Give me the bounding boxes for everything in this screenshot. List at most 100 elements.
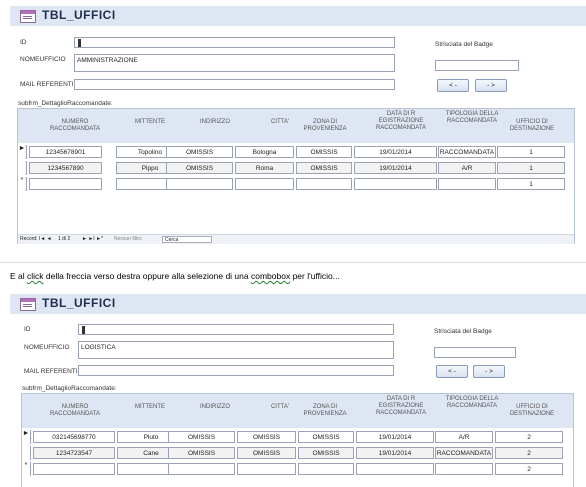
cell-numero[interactable]: 12345678901	[29, 146, 102, 158]
row-selector-current[interactable]: ►	[18, 145, 27, 159]
cell-numero[interactable]: 1234723547	[33, 447, 115, 459]
id-field[interactable]	[78, 324, 394, 335]
subform-datasheet: NUMERO RACCOMANDATA MITTENTE INDIRIZZO C…	[17, 108, 575, 244]
col-header: MITTENTE	[135, 404, 165, 410]
filter-indicator[interactable]: Nessun filtro	[114, 235, 142, 244]
cell-numero[interactable]: 1234567890	[29, 162, 102, 174]
nomeufficio-field[interactable]: LOGISTICA	[78, 341, 394, 359]
cell-data[interactable]: 19/01/2014	[356, 431, 434, 443]
search-box[interactable]: Cerca	[162, 236, 212, 243]
cell-data[interactable]	[354, 178, 437, 190]
next-record-button[interactable]: - >	[475, 79, 507, 92]
col-header: DATA DI R EGISTRAZIONE RACCOMANDATA	[375, 111, 427, 131]
badge-label: Strisciata del Badge	[435, 41, 493, 48]
cell-zona[interactable]: OMISSIS	[296, 146, 352, 158]
cell-zona[interactable]: OMISSIS	[298, 431, 354, 443]
form-title-bar: TBL_UFFICI	[10, 294, 586, 314]
cell-tipologia[interactable]: RACCOMANDATA	[438, 146, 496, 158]
nomeufficio-label: NOMEUFFICIO	[20, 56, 66, 63]
record-navigation-bar: Record: I◄ ◄ 1 di 2 ► ►I ►* Nessun filtr…	[18, 234, 574, 244]
row-selector-current[interactable]: ►	[22, 430, 31, 444]
cell-ufficio[interactable]: 2	[495, 463, 563, 475]
badge-label: Strisciata del Badge	[434, 328, 492, 335]
cell-citta[interactable]	[235, 178, 294, 190]
access-form-before: TBL_UFFICI ID NOMEUFFICIO AMMINISTRAZION…	[0, 0, 586, 263]
col-header: UFFICIO DI DESTINAZIONE	[509, 119, 555, 132]
text-cursor	[78, 39, 81, 48]
cell-indirizzo[interactable]: OMISSIS	[168, 447, 235, 459]
cell-tipologia[interactable]: A/R	[435, 431, 493, 443]
cell-data[interactable]: 19/01/2014	[354, 146, 437, 158]
col-header: INDIRIZZO	[200, 119, 230, 125]
mail-field[interactable]	[78, 365, 394, 376]
cell-citta[interactable]: OMISSIS	[237, 431, 296, 443]
col-header: NUMERO RACCOMANDATA	[49, 119, 101, 132]
cell-tipologia[interactable]	[435, 463, 493, 475]
col-header: DATA DI R EGISTRAZIONE RACCOMANDATA	[375, 396, 427, 416]
cell-indirizzo[interactable]: OMISSIS	[166, 146, 233, 158]
header-row: NUMERO RACCOMANDATA MITTENTE INDIRIZZO C…	[22, 394, 573, 428]
nomeufficio-label: NOMEUFFICIO	[24, 344, 70, 351]
cell-citta[interactable]: Bologna	[235, 146, 294, 158]
cell-zona[interactable]: OMISSIS	[296, 162, 352, 174]
col-header: ZONA DI PROVENIENZA	[303, 404, 347, 417]
cell-zona[interactable]	[298, 463, 354, 475]
cell-citta[interactable]: Roma	[235, 162, 294, 174]
cell-numero[interactable]: 032145698770	[33, 431, 115, 443]
row-selector-new[interactable]: *	[22, 462, 31, 476]
cell-indirizzo[interactable]: OMISSIS	[166, 162, 233, 174]
cell-ufficio[interactable]: 2	[495, 447, 563, 459]
prev-record-button[interactable]: < -	[436, 365, 468, 378]
cell-ufficio[interactable]: 1	[497, 162, 565, 174]
cell-numero[interactable]	[33, 463, 115, 475]
row-selector[interactable]	[18, 161, 27, 175]
mail-field[interactable]	[74, 79, 395, 90]
caption-text: E al click della freccia verso destra op…	[10, 271, 340, 281]
cell-ufficio[interactable]: 1	[497, 178, 565, 190]
subform-datasheet: NUMERO RACCOMANDATA MITTENTE INDIRIZZO C…	[21, 393, 574, 487]
cell-tipologia[interactable]: A/R	[438, 162, 496, 174]
col-header: UFFICIO DI DESTINAZIONE	[509, 404, 555, 417]
row-selector-new[interactable]: *	[18, 177, 27, 191]
badge-field[interactable]	[435, 60, 519, 71]
nomeufficio-field[interactable]: AMMINISTRAZIONE	[74, 54, 395, 72]
form-title: TBL_UFFICI	[42, 8, 116, 22]
cell-tipologia[interactable]	[438, 178, 496, 190]
record-nav-buttons[interactable]: ► ►I ►*	[82, 235, 103, 244]
cell-data[interactable]: 19/01/2014	[354, 162, 437, 174]
cell-zona[interactable]: OMISSIS	[298, 447, 354, 459]
subform-label: subfrm_DettaglioRaccomandate:	[22, 385, 117, 392]
form-title-bar: TBL_UFFICI	[10, 6, 586, 26]
cell-indirizzo[interactable]	[168, 463, 235, 475]
cell-data[interactable]: 19/01/2014	[356, 447, 434, 459]
col-header: NUMERO RACCOMANDATA	[49, 404, 101, 417]
cell-tipologia[interactable]: RACCOMANDATA	[435, 447, 493, 459]
next-record-button[interactable]: - >	[473, 365, 505, 378]
cell-numero[interactable]	[29, 178, 102, 190]
col-header: MITTENTE	[135, 119, 165, 125]
form-icon	[20, 10, 36, 23]
cell-ufficio[interactable]: 1	[497, 146, 565, 158]
form-title: TBL_UFFICI	[42, 296, 116, 310]
col-header: INDIRIZZO	[200, 404, 230, 410]
cell-citta[interactable]: OMISSIS	[237, 447, 296, 459]
cell-citta[interactable]	[237, 463, 296, 475]
record-position[interactable]: 1 di 2	[58, 235, 70, 244]
badge-field[interactable]	[434, 347, 516, 358]
cell-ufficio[interactable]: 2	[495, 431, 563, 443]
id-label: ID	[20, 39, 27, 46]
id-field[interactable]	[74, 37, 395, 48]
form-icon	[20, 298, 36, 311]
cell-zona[interactable]	[296, 178, 352, 190]
col-header: TIPOLOGIA DELLA RACCOMANDATA	[445, 396, 499, 409]
subform-label: subfrm_DettaglioRaccomandate:	[18, 100, 113, 107]
record-label[interactable]: Record: I◄ ◄	[20, 235, 52, 244]
header-row: NUMERO RACCOMANDATA MITTENTE INDIRIZZO C…	[18, 109, 574, 143]
cell-data[interactable]	[356, 463, 434, 475]
text-cursor	[82, 326, 85, 335]
cell-indirizzo[interactable]: OMISSIS	[168, 431, 235, 443]
id-label: ID	[24, 326, 31, 333]
cell-indirizzo[interactable]	[166, 178, 233, 190]
prev-record-button[interactable]: < -	[437, 79, 469, 92]
row-selector[interactable]	[22, 446, 31, 460]
